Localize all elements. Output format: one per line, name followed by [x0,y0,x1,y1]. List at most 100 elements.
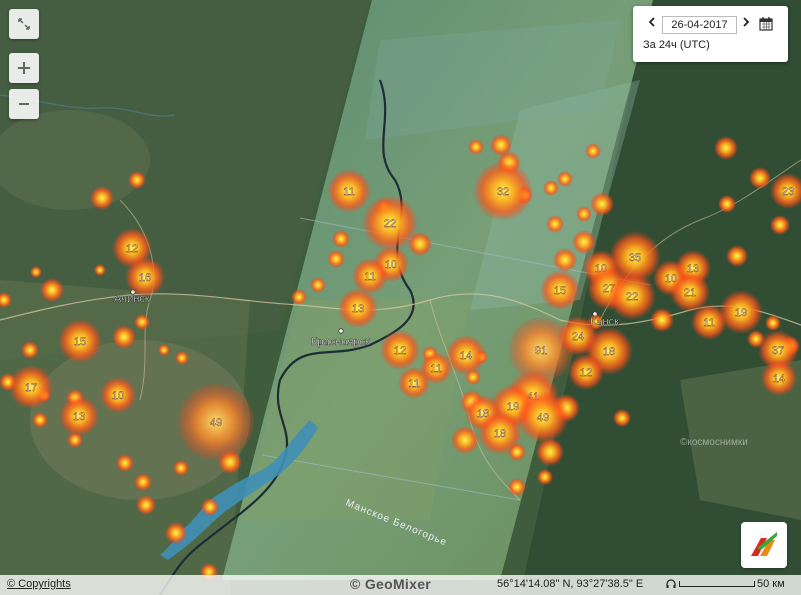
geomixer-brand: © GeoMixer [350,576,431,592]
hotspot-cluster[interactable]: 13 [338,288,378,328]
hotspot-count: 11 [430,363,441,375]
hotspot-cluster[interactable]: 19 [719,290,763,334]
hotspot[interactable] [553,248,577,272]
calendar-icon[interactable] [759,16,773,34]
hotspot-count: 13 [73,411,85,423]
hotspot[interactable] [112,325,136,349]
hotspot[interactable] [590,192,614,216]
hotspot[interactable] [30,266,42,278]
hotspot[interactable] [537,469,553,485]
hotspot[interactable] [749,167,771,189]
map-watermark: ©космоснимки [680,437,748,448]
hotspot-cluster[interactable]: 11 [398,367,430,399]
hotspot[interactable] [576,206,592,222]
hotspot-count: 17 [25,382,37,394]
hotspot-cluster[interactable]: 13 [59,396,99,436]
hotspot-count: 11 [364,271,375,283]
fullscreen-button[interactable] [9,9,39,39]
coordinates-readout: 56°14'14.08" N, 93°27'38.5" E [497,578,644,590]
city-dot-krasnoyarsk [338,328,344,334]
hotspot[interactable] [557,171,573,187]
hotspot-cluster[interactable]: 17 [9,365,53,409]
hotspot[interactable] [136,495,156,515]
hotspot[interactable] [175,351,189,365]
hotspot[interactable] [201,498,219,516]
scale-label: 50 км [757,578,785,590]
next-date-button[interactable] [740,15,752,31]
city-label-kansk: Канск [590,316,619,328]
hotspot[interactable] [714,136,738,160]
city-label-krasnoyarsk: Красноярск [311,336,370,348]
hotspot-cluster[interactable]: 49 [517,391,569,443]
hotspot[interactable] [650,308,674,332]
scale-bar [679,581,755,587]
hotspot-cluster[interactable]: 12 [380,330,420,370]
copyrights-link[interactable]: © Copyrights [7,578,71,590]
hotspot-cluster[interactable]: 32 [473,161,533,221]
hotspot[interactable] [572,230,596,254]
hotspot[interactable] [726,245,748,267]
hotspot[interactable] [134,473,152,491]
hotspot-cluster[interactable]: 15 [58,319,102,363]
hotspot-count: 11 [343,186,354,198]
fullscreen-icon [17,17,31,31]
hotspot-count: 14 [460,350,472,362]
satellite-map[interactable]: 1122101113121111143235151027221013211119… [0,0,801,595]
hotspot[interactable] [332,230,350,248]
hotspot[interactable] [128,171,146,189]
hotspot[interactable] [718,195,736,213]
hotspot[interactable] [165,522,187,544]
hotspot-count: 19 [507,401,519,413]
hotspot-cluster[interactable]: 22 [608,272,656,320]
hotspot-count: 16 [139,272,151,284]
hotspot[interactable] [468,139,484,155]
hotspot-cluster[interactable]: 15 [540,270,580,310]
date-input[interactable] [662,16,737,34]
hotspot-count: 12 [394,345,406,357]
hotspot[interactable] [546,215,564,233]
hotspot-count: 15 [554,285,566,297]
app-logo[interactable] [741,522,787,568]
hotspot[interactable] [327,250,345,268]
hotspot-cluster[interactable]: 11 [327,169,371,213]
hotspot[interactable] [585,143,601,159]
hotspot-cluster[interactable]: 14 [761,360,797,396]
hotspot[interactable] [543,180,559,196]
city-label-achinsk: Ачинск [114,293,150,305]
hotspot-count: 12 [126,243,138,255]
hotspot[interactable] [32,412,48,428]
hotspot-cluster[interactable]: 12 [568,354,604,390]
hotspot-count: 24 [572,331,584,343]
chevron-right-icon [742,16,750,30]
hotspot[interactable] [21,341,39,359]
hotspot[interactable] [90,186,114,210]
hotspot-count: 22 [626,291,638,303]
hotspot[interactable] [765,315,781,331]
hotspot[interactable] [508,478,526,496]
hotspot[interactable] [116,454,134,472]
hotspot-cluster[interactable]: 14 [446,335,486,375]
hotspot[interactable] [94,264,106,276]
hotspot-count: 21 [684,287,696,299]
geomixer-brand-text: GeoMixer [364,576,432,592]
hotspot-cluster[interactable]: 22 [362,195,418,251]
zoom-in-button[interactable] [9,53,39,83]
hotspot[interactable] [310,277,326,293]
hotspot-cluster[interactable]: 16 [125,257,165,297]
hotspot-cluster[interactable]: 10 [100,377,136,413]
hotspot-count: 18 [603,346,615,358]
hotspot[interactable] [173,460,189,476]
hotspot[interactable] [40,278,64,302]
zoom-out-button[interactable] [9,89,39,119]
hotspot-cluster[interactable]: 18 [478,411,522,455]
hotspot-cluster[interactable]: 49 [178,384,254,460]
date-panel: За 24ч (UTC) [633,6,788,62]
hotspot[interactable] [451,426,479,454]
hotspot[interactable] [770,215,790,235]
prev-date-button[interactable] [646,15,658,31]
hotspot[interactable] [134,314,150,330]
hotspot[interactable] [158,344,170,356]
minus-icon [17,97,31,111]
hotspot[interactable] [291,289,307,305]
hotspot[interactable] [613,409,631,427]
